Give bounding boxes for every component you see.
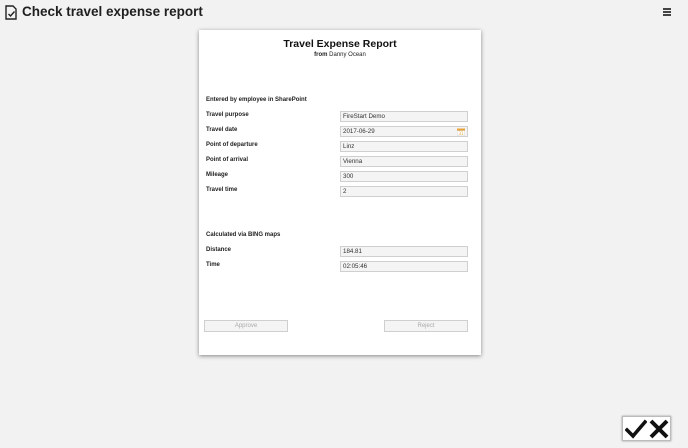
label-point-of-arrival: Point of arrival <box>206 157 249 163</box>
point-of-arrival-value: Vienna <box>343 158 363 165</box>
travel-purpose-value: FireStart Demo <box>343 113 385 120</box>
distance-field[interactable]: 184.81 <box>340 246 468 257</box>
point-of-departure-value: Linz <box>343 143 355 150</box>
hamburger-menu-icon[interactable] <box>663 8 671 16</box>
svg-text:31: 31 <box>458 131 464 136</box>
mileage-field[interactable]: 300 <box>340 171 468 182</box>
reject-button[interactable]: Reject <box>384 320 468 332</box>
point-of-departure-field[interactable]: Linz <box>340 141 468 152</box>
travel-time-value: 2 <box>343 188 347 195</box>
label-distance: Distance <box>206 247 232 253</box>
calendar-icon[interactable]: 31 <box>457 128 465 136</box>
label-travel-purpose: Travel purpose <box>206 112 249 118</box>
section-bing: Calculated via BING maps <box>206 232 281 238</box>
travel-purpose-field[interactable]: FireStart Demo <box>340 111 468 122</box>
x-icon[interactable] <box>648 418 670 440</box>
point-of-arrival-field[interactable]: Vienna <box>340 156 468 167</box>
label-time: Time <box>206 262 220 268</box>
document-check-icon <box>5 5 17 20</box>
travel-date-field[interactable]: 2017-06-29 31 <box>340 126 468 137</box>
travel-expense-card: Travel Expense Report from Danny Ocean E… <box>199 30 481 355</box>
checkmark-icon[interactable] <box>625 418 647 440</box>
approve-button[interactable]: Approve <box>204 320 288 332</box>
report-title: Travel Expense Report <box>283 38 397 50</box>
travel-date-value: 2017-06-29 <box>343 128 375 135</box>
label-mileage: Mileage <box>206 172 229 178</box>
time-value: 02:05:46 <box>343 263 368 270</box>
label-travel-date: Travel date <box>206 127 238 133</box>
label-point-of-departure: Point of departure <box>206 142 258 148</box>
label-travel-time: Travel time <box>206 187 238 193</box>
action-icons <box>622 416 671 441</box>
top-bar: Check travel expense report <box>0 0 688 26</box>
from-name: Danny Ocean <box>329 52 366 58</box>
travel-time-field[interactable]: 2 <box>340 186 468 197</box>
mileage-value: 300 <box>343 173 354 180</box>
page-title: Check travel expense report <box>22 4 203 19</box>
section-employee: Entered by employee in SharePoint <box>206 97 307 103</box>
report-subtitle: from Danny Ocean <box>199 52 481 58</box>
time-field[interactable]: 02:05:46 <box>340 261 468 272</box>
distance-value: 184.81 <box>343 248 362 255</box>
from-label: from <box>314 52 328 58</box>
